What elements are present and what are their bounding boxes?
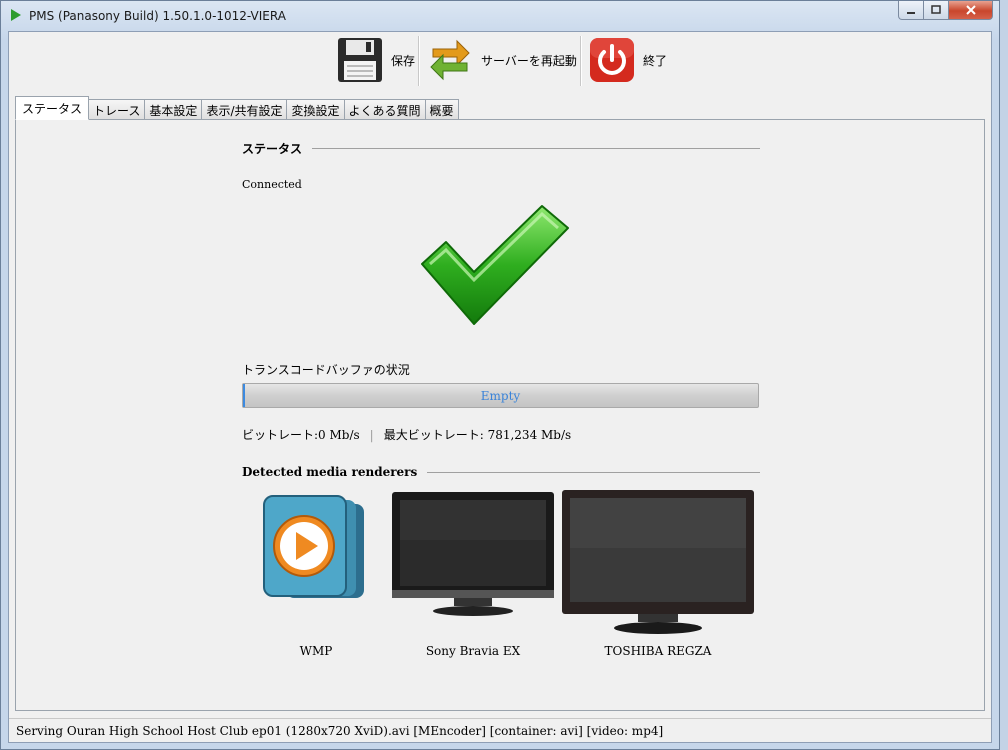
- renderer-name: TOSHIBA REGZA: [604, 644, 712, 658]
- restart-arrows-icon: [430, 39, 470, 81]
- close-button[interactable]: [949, 1, 993, 20]
- toolbar: 保存 サーバーを再起動 終了: [9, 32, 991, 92]
- tab-status[interactable]: ステータス: [15, 96, 90, 120]
- tab-faq[interactable]: よくある質問: [343, 99, 426, 120]
- section-divider: [312, 148, 760, 149]
- status-heading: ステータス: [242, 142, 303, 156]
- transcode-buffer-label: トランスコードバッファの状況: [242, 363, 410, 377]
- tab-general-settings[interactable]: 基本設定: [144, 99, 203, 120]
- tab-transcode-settings[interactable]: 変換設定: [286, 99, 345, 120]
- maximize-button[interactable]: [924, 1, 949, 20]
- floppy-disk-icon: [338, 38, 382, 82]
- app-play-icon: [11, 9, 21, 21]
- tab-bar: ステータス トレース 基本設定 表示/共有設定 変換設定 よくある質問 概要: [15, 96, 459, 120]
- renderers-section-header: Detected media renderers: [242, 465, 760, 479]
- status-message: Serving Ouran High School Host Club ep01…: [16, 724, 664, 738]
- maximize-icon: [931, 5, 941, 14]
- status-panel: ステータス Connected トランスコードバッファの状況 Empty ビット…: [15, 119, 985, 711]
- renderer-item[interactable]: WMP: [256, 490, 376, 658]
- quit-button[interactable]: 終了: [589, 35, 667, 85]
- renderer-list: WMP Sony Bravia EX TOSHIBA REGZA: [242, 490, 762, 690]
- progress-text: Empty: [480, 389, 521, 403]
- window-controls: [898, 1, 993, 20]
- bitrate-info: ビットレート:0 Mb/s | 最大ビットレート: 781,234 Mb/s: [242, 426, 571, 443]
- save-button[interactable]: 保存: [337, 35, 415, 85]
- restart-server-button[interactable]: サーバーを再起動: [427, 35, 577, 85]
- status-bar: Serving Ouran High School Host Club ep01…: [9, 718, 991, 743]
- power-icon: [590, 38, 634, 82]
- check-icon: [421, 205, 569, 325]
- save-label: 保存: [391, 53, 416, 68]
- restart-server-label: サーバーを再起動: [481, 53, 577, 68]
- renderers-heading: Detected media renderers: [242, 465, 418, 479]
- renderer-item[interactable]: TOSHIBA REGZA: [560, 490, 756, 658]
- window-title: PMS (Panasony Build) 1.50.1.0-1012-VIERA: [29, 9, 286, 23]
- bitrate-separator: |: [369, 428, 374, 442]
- minimize-button[interactable]: [898, 1, 924, 20]
- status-section-header: ステータス: [242, 140, 760, 157]
- max-bitrate: 最大ビットレート: 781,234 Mb/s: [383, 428, 572, 442]
- toolbar-separator: [418, 36, 420, 86]
- title-bar[interactable]: PMS (Panasony Build) 1.50.1.0-1012-VIERA: [1, 1, 999, 31]
- quit-label: 終了: [643, 53, 668, 68]
- minimize-icon: [907, 12, 915, 14]
- tab-navigation-share-settings[interactable]: 表示/共有設定: [201, 99, 288, 120]
- connection-status: Connected: [242, 178, 302, 191]
- transcode-buffer-progress: Empty: [242, 383, 759, 408]
- close-icon: [965, 5, 976, 15]
- tab-trace[interactable]: トレース: [88, 99, 146, 120]
- main-client-area: 保存 サーバーを再起動 終了 ステータス トレース 基本設定 表示/共有設定 変…: [8, 31, 992, 743]
- tv-icon: [562, 490, 754, 634]
- wmp-icon: [263, 495, 364, 598]
- tv-icon: [392, 492, 554, 616]
- section-divider: [427, 471, 760, 473]
- renderer-name: Sony Bravia EX: [425, 644, 521, 658]
- tab-about[interactable]: 概要: [424, 99, 459, 120]
- app-window: PMS (Panasony Build) 1.50.1.0-1012-VIERA: [0, 0, 1000, 750]
- toolbar-separator: [580, 36, 582, 86]
- renderer-name: WMP: [299, 644, 333, 658]
- status-content: ステータス Connected トランスコードバッファの状況 Empty ビット…: [242, 120, 762, 710]
- current-bitrate: ビットレート:0 Mb/s: [242, 428, 360, 442]
- renderer-item[interactable]: Sony Bravia EX: [390, 490, 556, 658]
